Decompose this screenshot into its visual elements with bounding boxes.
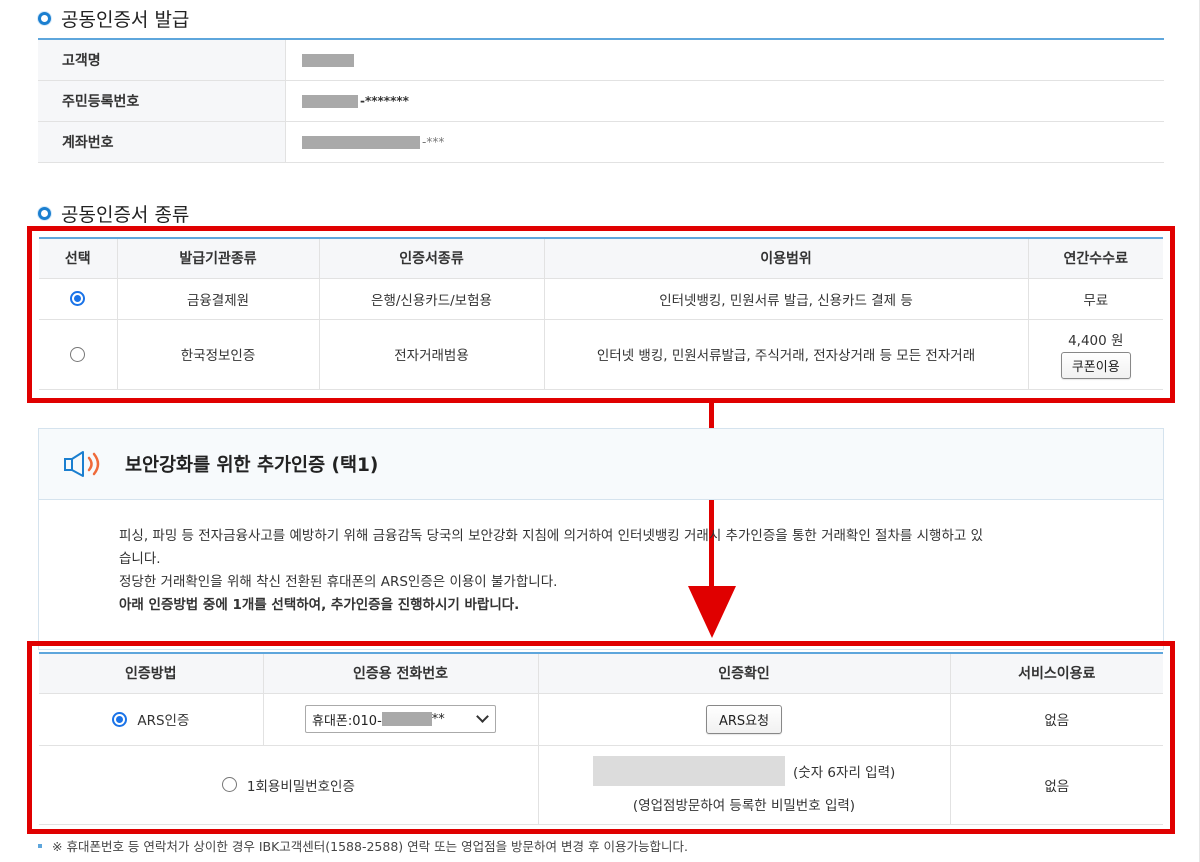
cert-header-row: 선택 발급기관종류 인증서종류 이용범위 연간수수료 xyxy=(39,238,1163,279)
info-row-account: 계좌번호 -*** xyxy=(38,122,1164,163)
security-line-4: 아래 인증방법 중에 1개를 선택하여, 추가인증을 진행하시기 바랍니다. xyxy=(119,597,520,613)
security-notice-box: 보안강화를 위한 추가인증 (택1) 피싱, 파밍 등 전자금융사고를 예방하기… xyxy=(38,428,1164,650)
masked-rrn xyxy=(302,94,358,108)
col-select: 선택 xyxy=(39,238,118,279)
col-service-fee: 서비스이용료 xyxy=(949,653,1163,694)
coupon-button[interactable]: 쿠폰이용 xyxy=(1060,352,1131,379)
chevron-down-icon xyxy=(476,710,489,723)
col-confirm: 인증확인 xyxy=(537,653,951,694)
speaker-icon xyxy=(64,451,100,477)
phone-prefix: 휴대폰:010- xyxy=(312,713,382,729)
otp-fee-cell: 없음 xyxy=(949,744,1163,825)
type-section-title: 공동인증서 종류 xyxy=(38,200,189,227)
customer-info-table: 고객명 주민등록번호 -******* 계좌번호 -*** xyxy=(38,38,1164,163)
cert-fee-amount: 4,400 원 xyxy=(1068,333,1124,349)
cert-radio-cell xyxy=(39,318,118,390)
ars-label: ARS인증 xyxy=(137,713,190,729)
ars-request-button[interactable]: ARS요청 xyxy=(705,704,783,734)
info-label-name: 고객명 xyxy=(38,40,286,80)
phone-cell: 휴대폰:010- ** xyxy=(262,692,539,746)
security-header: 보안강화를 위한 추가인증 (택1) xyxy=(39,429,1163,500)
otp-confirm-cell: (숫자 6자리 입력) (영업점방문하여 등록한 비밀번호 입력) xyxy=(537,744,951,825)
info-label-rrn: 주민등록번호 xyxy=(38,81,286,121)
table-row: 한국정보인증 전자거래범용 인터넷 뱅킹, 민원서류발급, 주식거래, 전자상거… xyxy=(39,318,1163,390)
col-fee: 연간수수료 xyxy=(1027,238,1163,279)
cert-fee-cell: 무료 xyxy=(1027,277,1163,320)
otp-note: (영업점방문하여 등록한 비밀번호 입력) xyxy=(632,797,856,814)
issue-title-text: 공동인증서 발급 xyxy=(61,9,190,31)
masked-account xyxy=(302,135,420,149)
issue-section-title: 공동인증서 발급 xyxy=(38,5,189,32)
cert-type-cell: 은행/신용카드/보험용 xyxy=(318,277,545,320)
cert-scope-cell: 인터넷뱅킹, 민원서류 발급, 신용카드 결제 등 xyxy=(543,277,1029,320)
col-method: 인증방법 xyxy=(39,653,264,694)
otp-input-hint: (숫자 6자리 입력) xyxy=(793,764,896,781)
otp-label: 1회용비밀번호인증 xyxy=(246,778,355,795)
footer-note-text: ※ 휴대폰번호 등 연락처가 상이한 경우 IBK고객센터(1588-2588)… xyxy=(52,839,688,854)
info-row-rrn: 주민등록번호 -******* xyxy=(38,81,1164,122)
cert-scope-cell: 인터넷 뱅킹, 민원서류발급, 주식거래, 전자상거래 등 모든 전자거래 xyxy=(543,318,1029,390)
rrn-suffix: -******* xyxy=(360,94,409,108)
cert-type-highlight: 선택 발급기관종류 인증서종류 이용범위 연간수수료 금융결제원 은행/신용카드… xyxy=(27,226,1175,403)
col-scope: 이용범위 xyxy=(543,238,1029,279)
masked-phone xyxy=(381,712,432,726)
masked-name xyxy=(302,53,354,67)
otp-input[interactable] xyxy=(592,755,785,786)
cert-issuer-cell: 한국정보인증 xyxy=(116,318,320,390)
otp-radio[interactable] xyxy=(221,777,237,792)
ars-radio[interactable] xyxy=(112,711,128,727)
security-title: 보안강화를 위한 추가인증 (택1) xyxy=(125,455,379,476)
col-issuer: 발급기관종류 xyxy=(116,238,320,279)
security-description: 피싱, 파밍 등 전자금융사고를 예방하기 위해 금융감독 당국의 보안강화 지… xyxy=(39,500,1163,617)
footer-note: ※ 휴대폰번호 등 연락처가 상이한 경우 IBK고객센터(1588-2588)… xyxy=(38,836,688,855)
security-line-1: 피싱, 파밍 등 전자금융사고를 예방하기 위해 금융감독 당국의 보안강화 지… xyxy=(119,528,983,544)
table-row: 1회용비밀번호인증 (숫자 6자리 입력) (영업점방문하여 등록한 비밀번호 … xyxy=(39,744,1163,825)
circle-bullet-icon xyxy=(38,207,51,220)
type-title-text: 공동인증서 종류 xyxy=(61,204,190,226)
cert-radio-kica[interactable] xyxy=(70,346,86,362)
info-row-name: 고객명 xyxy=(38,40,1164,81)
cert-issuer-cell: 금융결제원 xyxy=(116,277,320,320)
security-line-2: 습니다. xyxy=(119,551,161,567)
info-value-name xyxy=(286,40,1164,80)
cert-radio-cell xyxy=(39,277,118,320)
account-suffix: -*** xyxy=(422,135,445,149)
cert-fee-cell: 4,400 원 쿠폰이용 xyxy=(1027,318,1163,390)
auth-method-table: 인증방법 인증용 전화번호 인증확인 서비스이용료 ARS인증 휴대폰:010-… xyxy=(39,652,1163,825)
cert-type-table: 선택 발급기관종류 인증서종류 이용범위 연간수수료 금융결제원 은행/신용카드… xyxy=(39,237,1163,390)
ars-method-cell: ARS인증 xyxy=(39,692,264,746)
ars-confirm-cell: ARS요청 xyxy=(537,692,951,746)
circle-bullet-icon xyxy=(38,12,51,25)
method-header-row: 인증방법 인증용 전화번호 인증확인 서비스이용료 xyxy=(39,653,1163,694)
ars-fee-cell: 없음 xyxy=(949,692,1163,746)
cert-type-cell: 전자거래범용 xyxy=(318,318,545,390)
phone-select[interactable]: 휴대폰:010- ** xyxy=(305,705,496,733)
square-bullet-icon xyxy=(38,843,42,848)
col-cert-type: 인증서종류 xyxy=(318,238,545,279)
table-row: ARS인증 휴대폰:010- ** ARS요청 없음 xyxy=(39,692,1163,746)
auth-method-highlight: 인증방법 인증용 전화번호 인증확인 서비스이용료 ARS인증 휴대폰:010-… xyxy=(27,641,1175,834)
cert-radio-kftc[interactable] xyxy=(70,291,86,306)
info-value-rrn: -******* xyxy=(286,81,1164,121)
table-row: 금융결제원 은행/신용카드/보험용 인터넷뱅킹, 민원서류 발급, 신용카드 결… xyxy=(39,277,1163,320)
info-value-account: -*** xyxy=(286,122,1164,162)
col-phone: 인증용 전화번호 xyxy=(262,653,539,694)
security-line-3: 정당한 거래확인을 위해 착신 전환된 휴대폰의 ARS인증은 이용이 불가합니… xyxy=(119,574,558,590)
info-label-account: 계좌번호 xyxy=(38,122,286,162)
phone-suffix: ** xyxy=(431,711,445,727)
otp-method-cell: 1회용비밀번호인증 xyxy=(39,744,539,825)
